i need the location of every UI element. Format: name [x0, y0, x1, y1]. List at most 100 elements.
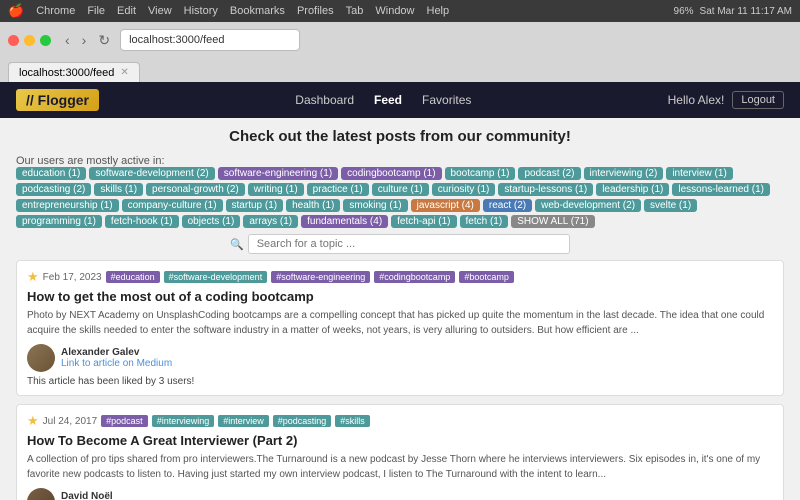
topic-tag[interactable]: fundamentals (4): [301, 215, 388, 228]
post-author: Alexander Galev Link to article on Mediu…: [27, 344, 773, 372]
topic-tag[interactable]: podcasting (2): [16, 183, 91, 196]
post-card: ★ Jul 24, 2017 #podcast #interviewing #i…: [16, 404, 784, 500]
menu-window[interactable]: Window: [375, 5, 414, 17]
menu-bookmarks[interactable]: Bookmarks: [230, 5, 285, 17]
topic-tag[interactable]: startup-lessons (1): [498, 183, 593, 196]
app-navbar: Flogger Dashboard Feed Favorites Hello A…: [0, 82, 800, 118]
topic-tag[interactable]: company-culture (1): [122, 199, 223, 212]
topic-tag[interactable]: education (1): [16, 167, 86, 180]
topic-tag[interactable]: software-engineering (1): [218, 167, 338, 180]
nav-links: Dashboard Feed Favorites: [295, 93, 471, 107]
back-button[interactable]: ‹: [61, 30, 74, 51]
author-name: Alexander Galev: [61, 347, 172, 358]
topic-tag[interactable]: svelte (1): [644, 199, 697, 212]
post-tag-coding-bootcamp[interactable]: #codingbootcamp: [374, 271, 455, 283]
active-tab[interactable]: localhost:3000/feed ✕: [8, 62, 140, 82]
topic-tag[interactable]: smoking (1): [343, 199, 407, 212]
topic-tag[interactable]: SHOW ALL (71): [511, 215, 594, 228]
menu-view[interactable]: View: [148, 5, 172, 17]
post-date: Jul 24, 2017: [43, 416, 98, 427]
window-controls[interactable]: [8, 35, 51, 46]
topic-tag[interactable]: lessons-learned (1): [672, 183, 770, 196]
tab-close-button[interactable]: ✕: [120, 67, 128, 78]
post-author: David Noël Link to article on Medium: [27, 488, 773, 500]
topic-tag[interactable]: javascript (4): [411, 199, 480, 212]
close-window-button[interactable]: [8, 35, 19, 46]
author-avatar: [27, 344, 55, 372]
author-avatar: [27, 488, 55, 500]
page-title: Check out the latest posts from our comm…: [16, 128, 784, 145]
author-info: David Noël Link to article on Medium: [61, 491, 172, 500]
topics-label: Our users are mostly active in:: [16, 155, 165, 167]
topic-tag[interactable]: writing (1): [248, 183, 304, 196]
menu-profiles[interactable]: Profiles: [297, 5, 334, 17]
nav-favorites[interactable]: Favorites: [422, 93, 471, 107]
topic-tag[interactable]: codingbootcamp (1): [341, 167, 441, 180]
topic-tag[interactable]: culture (1): [372, 183, 429, 196]
minimize-window-button[interactable]: [24, 35, 35, 46]
post-tag-interviewing[interactable]: #interviewing: [152, 415, 215, 427]
nav-dashboard[interactable]: Dashboard: [295, 93, 354, 107]
topic-tag[interactable]: web-development (2): [535, 199, 641, 212]
post-tag-education[interactable]: #education: [106, 271, 160, 283]
post-likes: This article has been liked by 3 users!: [27, 376, 773, 387]
topic-tag[interactable]: entrepreneurship (1): [16, 199, 119, 212]
address-bar[interactable]: localhost:3000/feed: [120, 29, 300, 51]
topic-tag[interactable]: skills (1): [94, 183, 143, 196]
topic-tag[interactable]: curiosity (1): [432, 183, 496, 196]
menu-history[interactable]: History: [184, 5, 218, 17]
tab-bar: localhost:3000/feed ✕: [0, 58, 800, 82]
topic-tag[interactable]: personal-growth (2): [146, 183, 245, 196]
post-date: Feb 17, 2023: [43, 272, 102, 283]
clock: Sat Mar 11 11:17 AM: [700, 6, 792, 17]
post-tag-interview[interactable]: #interview: [218, 415, 269, 427]
apple-logo-icon: 🍎: [8, 3, 24, 19]
menu-edit[interactable]: Edit: [117, 5, 136, 17]
app-logo: Flogger: [16, 89, 99, 111]
article-link[interactable]: Link to article on Medium: [61, 358, 172, 369]
topic-tag[interactable]: fetch-hook (1): [105, 215, 179, 228]
menu-help[interactable]: Help: [427, 5, 450, 17]
forward-button[interactable]: ›: [78, 30, 91, 51]
topic-tag[interactable]: fetch (1): [460, 215, 509, 228]
post-tag-podcast[interactable]: #podcast: [101, 415, 148, 427]
topic-tag[interactable]: health (1): [286, 199, 340, 212]
topic-tag[interactable]: fetch-api (1): [391, 215, 456, 228]
post-title: How to get the most out of a coding boot…: [27, 289, 773, 304]
topic-tag[interactable]: objects (1): [182, 215, 241, 228]
topic-tag[interactable]: programming (1): [16, 215, 102, 228]
post-header: ★ Jul 24, 2017 #podcast #interviewing #i…: [27, 413, 773, 429]
tags-container: education (1)software-development (2) sof…: [16, 167, 784, 228]
menu-tab[interactable]: Tab: [346, 5, 364, 17]
logout-button[interactable]: Logout: [732, 91, 784, 109]
browser-toolbar: ‹ › ↻ localhost:3000/feed: [0, 22, 800, 58]
fullscreen-window-button[interactable]: [40, 35, 51, 46]
menu-file[interactable]: File: [87, 5, 105, 17]
post-tag-podcasting[interactable]: #podcasting: [273, 415, 332, 427]
post-tag-software-dev[interactable]: #software-development: [164, 271, 268, 283]
reload-button[interactable]: ↻: [94, 30, 114, 51]
mac-menu-bar[interactable]: 🍎 Chrome File Edit View History Bookmark…: [8, 3, 449, 19]
post-header: ★ Feb 17, 2023 #education #software-deve…: [27, 269, 773, 285]
browser-navigation[interactable]: ‹ › ↻: [61, 30, 114, 51]
mac-status-bar: 96% Sat Mar 11 11:17 AM: [674, 6, 792, 17]
menu-chrome[interactable]: Chrome: [36, 5, 75, 17]
topic-tag[interactable]: bootcamp (1): [445, 167, 516, 180]
search-input[interactable]: [248, 234, 570, 254]
search-bar: 🔍: [230, 234, 570, 254]
post-tag-bootcamp[interactable]: #bootcamp: [459, 271, 514, 283]
post-tag-skills[interactable]: #skills: [335, 415, 370, 427]
topic-tag[interactable]: leadership (1): [596, 183, 669, 196]
nav-feed[interactable]: Feed: [374, 93, 402, 107]
url-text: localhost:3000/feed: [129, 34, 224, 46]
topic-tag[interactable]: podcast (2): [518, 167, 580, 180]
topic-tag[interactable]: interview (1): [666, 167, 732, 180]
topic-tag[interactable]: react (2): [483, 199, 532, 212]
topic-tag[interactable]: interviewing (2): [584, 167, 664, 180]
topic-tag[interactable]: startup (1): [226, 199, 284, 212]
topic-tag[interactable]: arrays (1): [243, 215, 298, 228]
topic-tag[interactable]: practice (1): [307, 183, 369, 196]
topic-tag[interactable]: software-development (2): [89, 167, 214, 180]
tab-title: localhost:3000/feed: [19, 67, 114, 79]
post-tag-software-eng[interactable]: #software-engineering: [271, 271, 370, 283]
